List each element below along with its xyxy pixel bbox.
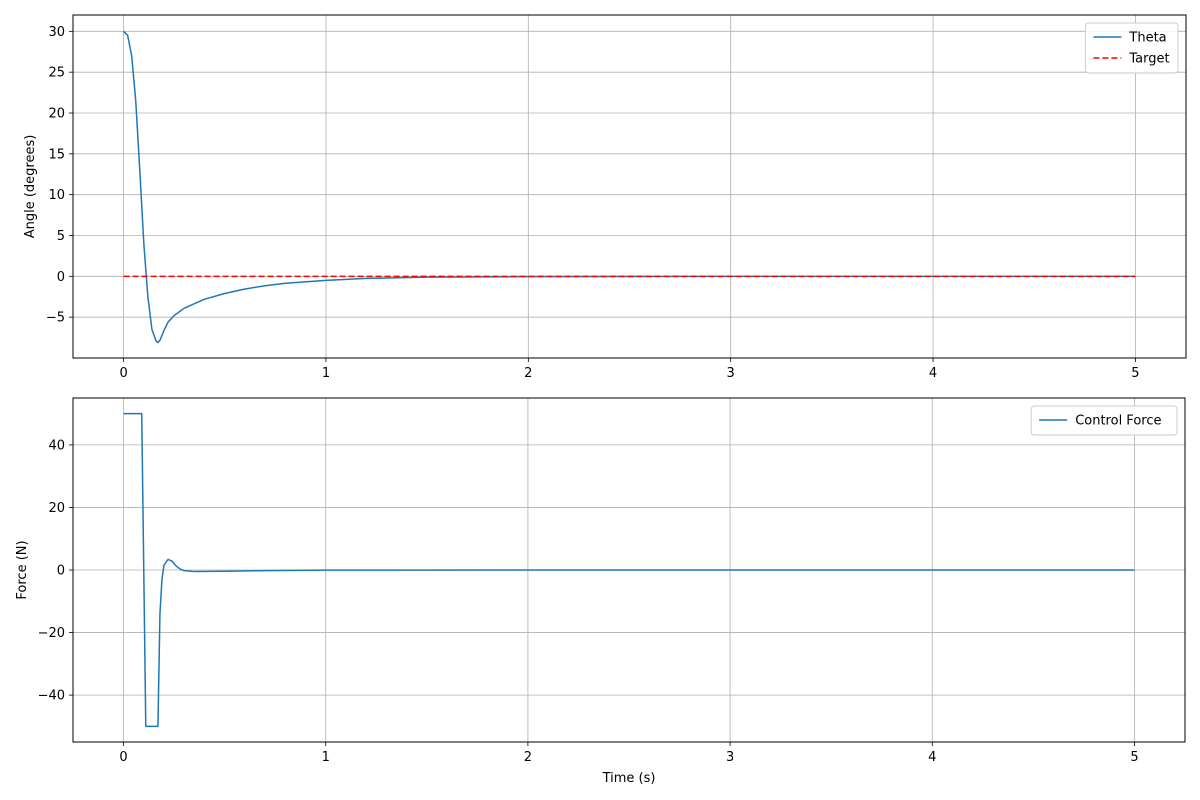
y-tick-label: 10 bbox=[48, 188, 65, 203]
x-tick-label: 3 bbox=[726, 750, 734, 765]
figure: 0 1 2 3 4 5−5051015202530Angle (degrees)Theta… bbox=[15, 14, 1187, 786]
x-tick-label: 0 bbox=[119, 750, 127, 765]
x-axis-label: Time (s) bbox=[602, 771, 656, 786]
y-axis-label: Angle (degrees) bbox=[23, 135, 38, 239]
legend-label: Control Force bbox=[1075, 414, 1161, 429]
series-line-control-force bbox=[123, 412, 1135, 728]
x-tick-label: 1 bbox=[322, 366, 330, 381]
y-tick-label: 15 bbox=[48, 147, 65, 162]
y-tick-label: 20 bbox=[48, 501, 65, 516]
x-tick-label: 3 bbox=[727, 366, 735, 381]
y-tick-label: 5 bbox=[57, 229, 65, 244]
y-tick-label: 20 bbox=[48, 107, 65, 122]
y-tick-label: 30 bbox=[48, 25, 65, 40]
x-tick-label: 4 bbox=[928, 750, 936, 765]
y-tick-label: 40 bbox=[48, 438, 65, 453]
x-tick-label: 1 bbox=[322, 750, 330, 765]
x-tick-label: 5 bbox=[1131, 366, 1139, 381]
legend-label: Theta bbox=[1128, 31, 1166, 46]
angle-plot: 0 1 2 3 4 5 −5 0 5 10 15 20 25 30 Angle (degrees) Theta… bbox=[23, 14, 1187, 381]
y-tick-label: 25 bbox=[48, 66, 65, 81]
y-tick-label: 0 bbox=[57, 564, 65, 579]
y-tick-label: −40 bbox=[38, 689, 65, 704]
y-axis-label: Force (N) bbox=[15, 540, 30, 599]
y-tick-label: −5 bbox=[46, 311, 65, 326]
series-line-theta bbox=[123, 30, 1136, 344]
legend-label: Target bbox=[1128, 52, 1169, 67]
x-tick-label: 2 bbox=[524, 750, 532, 765]
x-tick-label: 2 bbox=[524, 366, 532, 381]
x-tick-label: 4 bbox=[929, 366, 937, 381]
y-tick-label: −20 bbox=[38, 626, 65, 641]
y-tick-label: 0 bbox=[57, 270, 65, 285]
x-tick-label: 5 bbox=[1130, 750, 1138, 765]
axes-frame bbox=[72, 14, 1187, 359]
force-plot: 0 1 2 3 4 5 −40 −20 0 20 40 Force (N) Time (s) Contro… bbox=[15, 397, 1186, 786]
x-tick-label: 0 bbox=[119, 366, 127, 381]
